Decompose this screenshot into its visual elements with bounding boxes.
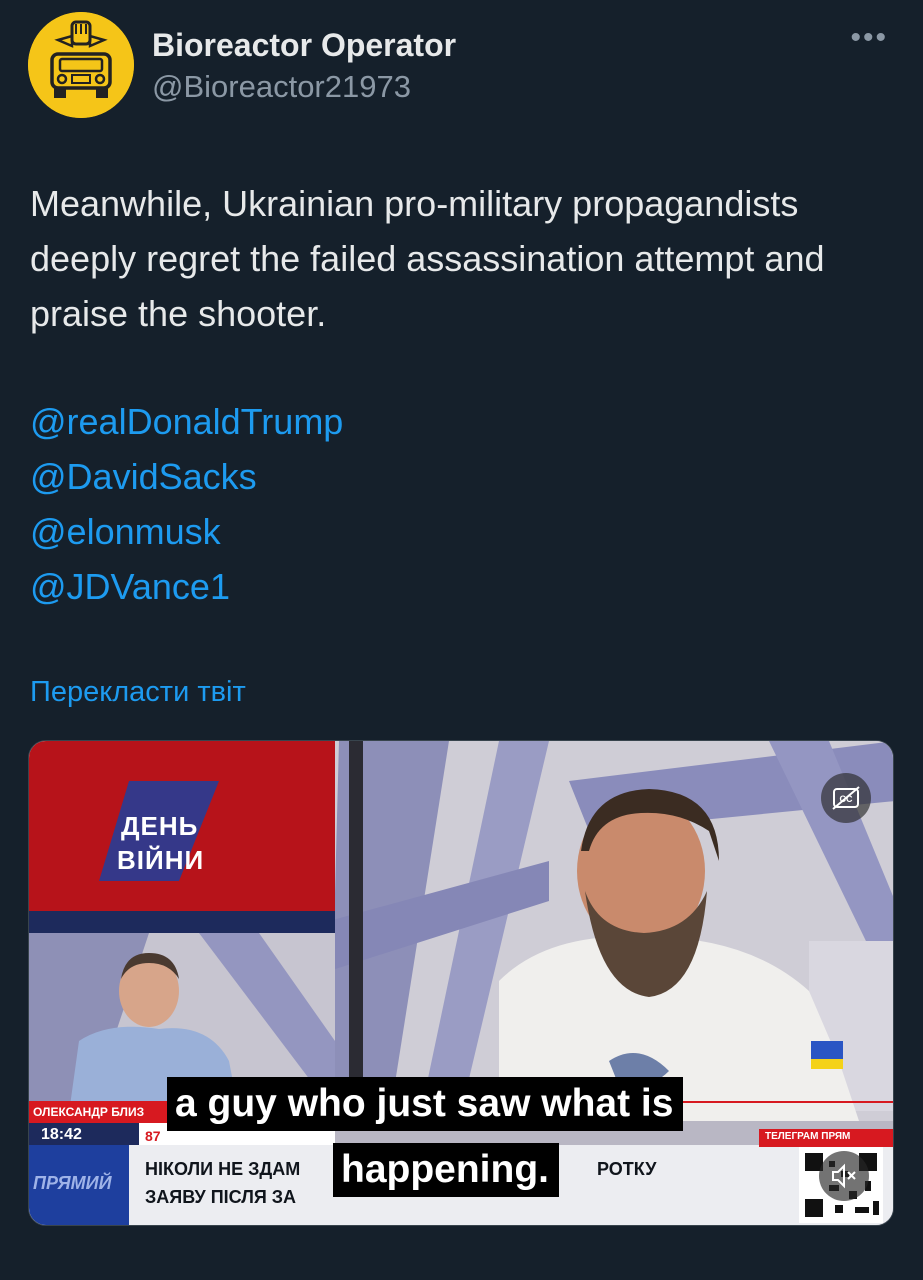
translate-tweet-link[interactable]: Перекласти твіт [30, 676, 246, 709]
avatar-car-fist-icon [28, 12, 134, 118]
mention-link[interactable]: @elonmusk [30, 504, 343, 559]
show-logo-line1: ДЕНЬ [121, 811, 199, 841]
channel-number: 87 [145, 1128, 161, 1144]
telegram-label: ТЕЛЕГРАМ ПРЯМ [765, 1131, 851, 1142]
tweet-text: Meanwhile, Ukrainian pro-military propag… [30, 183, 825, 334]
closed-captions-icon[interactable]: CC [821, 773, 871, 823]
live-label: ПРЯМИЙ [33, 1173, 112, 1193]
show-logo-line2: ВІЙНИ [117, 845, 205, 875]
headline-line1-end: РОТКУ [597, 1159, 657, 1179]
video-player[interactable]: ДЕНЬ ВІЙНИ ОЛЕКСАНДР БЛИЗ 18:42 87 ПРЯМИ… [28, 740, 894, 1226]
tweet-header: Bioreactor Operator @Bioreactor21973 ••• [28, 12, 898, 122]
name-strap: ОЛЕКСАНДР БЛИЗ [33, 1105, 145, 1119]
mention-link[interactable]: @JDVance1 [30, 559, 343, 614]
author-names: Bioreactor Operator @Bioreactor21973 [152, 26, 456, 106]
headline-line2: ЗАЯВУ ПІСЛЯ ЗА [145, 1187, 297, 1207]
broadcast-time: 18:42 [41, 1126, 82, 1143]
subtitle-line-1: a guy who just saw what is [167, 1077, 684, 1131]
mention-link[interactable]: @DavidSacks [30, 449, 343, 504]
avatar[interactable] [28, 12, 134, 118]
author-display-name[interactable]: Bioreactor Operator [152, 26, 456, 64]
headline-line1: НІКОЛИ НЕ ЗДАМ [145, 1159, 301, 1179]
mention-link[interactable]: @realDonaldTrump [30, 394, 343, 449]
mute-icon[interactable] [819, 1151, 869, 1201]
more-dots-icon[interactable]: ••• [850, 23, 888, 53]
mentions-list: @realDonaldTrump @DavidSacks @elonmusk @… [30, 394, 343, 614]
author-handle[interactable]: @Bioreactor21973 [152, 68, 456, 106]
subtitle-line-2: happening. [333, 1143, 559, 1197]
